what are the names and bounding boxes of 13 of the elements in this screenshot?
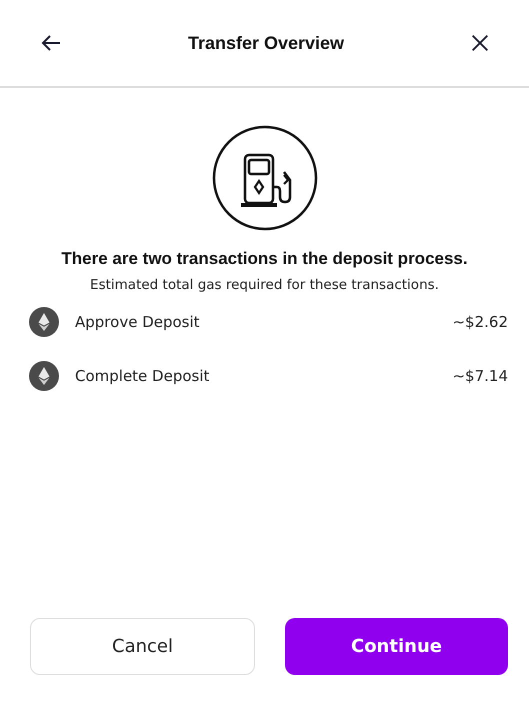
transaction-amount: ~$7.14	[452, 367, 508, 385]
ethereum-icon	[29, 361, 59, 391]
cancel-button[interactable]: Cancel	[30, 618, 255, 675]
transaction-amount: ~$2.62	[452, 313, 508, 331]
transaction-label: Approve Deposit	[75, 313, 201, 331]
subtitle: Estimated total gas required for these transactions.	[90, 277, 439, 293]
continue-button[interactable]: Continue	[285, 618, 508, 675]
ethereum-icon	[29, 307, 59, 337]
close-icon[interactable]	[469, 32, 491, 54]
window-title: Transfer Overview	[188, 32, 344, 54]
heading: There are two transactions in the deposit process.	[61, 249, 468, 269]
gas-pump-icon	[212, 125, 318, 231]
transaction-label: Complete Deposit	[75, 367, 210, 385]
